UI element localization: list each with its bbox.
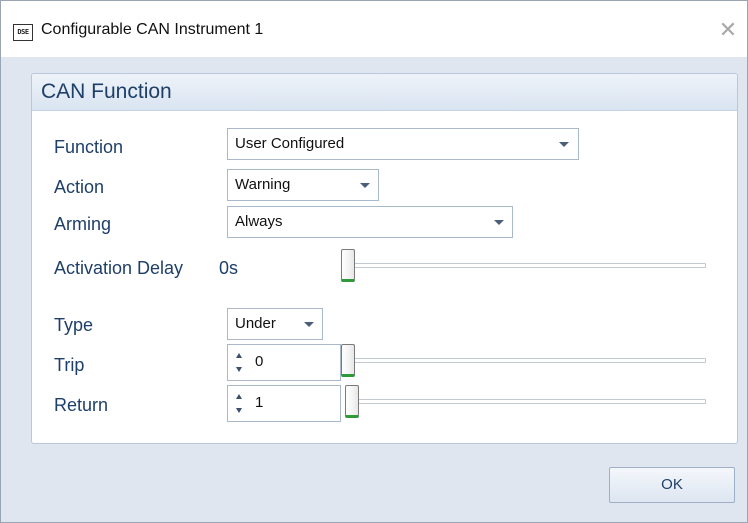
type-label: Type <box>54 315 94 335</box>
trip-slider-track[interactable] <box>341 358 706 363</box>
panel-header: CAN Function <box>32 74 737 111</box>
return-spinner[interactable]: 1 <box>227 385 341 422</box>
activation-delay-slider-thumb[interactable] <box>341 249 355 282</box>
spinner-arrows-icon[interactable] <box>235 394 245 414</box>
spinner-arrows-icon[interactable] <box>235 353 245 373</box>
function-label: Function <box>54 137 124 157</box>
chevron-down-icon <box>494 220 504 225</box>
trip-spinner[interactable]: 0 <box>227 344 341 381</box>
ok-button[interactable]: OK <box>609 467 735 503</box>
activation-delay-slider-track[interactable] <box>341 263 706 268</box>
trip-slider-thumb[interactable] <box>341 344 355 377</box>
function-value: User Configured <box>235 135 345 152</box>
spin-up-icon[interactable] <box>236 353 242 358</box>
window-title: Configurable CAN Instrument 1 <box>41 21 264 38</box>
return-slider-track[interactable] <box>346 399 706 404</box>
app-icon: DSE <box>13 24 33 41</box>
action-dropdown[interactable]: Warning <box>227 169 379 201</box>
close-icon[interactable]: ✕ <box>717 19 739 41</box>
spin-up-icon[interactable] <box>236 394 242 399</box>
activation-delay-value: 0s <box>219 258 239 278</box>
arming-label: Arming <box>54 214 112 234</box>
function-dropdown[interactable]: User Configured <box>227 128 579 160</box>
chevron-down-icon <box>304 322 314 327</box>
action-label: Action <box>54 177 105 197</box>
trip-value[interactable]: 0 <box>255 353 263 370</box>
spin-down-icon[interactable] <box>236 408 242 413</box>
chevron-down-icon <box>360 183 370 188</box>
title-bar: DSE Configurable CAN Instrument 1 ✕ <box>1 1 747 57</box>
arming-dropdown[interactable]: Always <box>227 206 513 238</box>
activation-delay-label: Activation Delay <box>54 258 184 278</box>
arming-value: Always <box>235 213 283 230</box>
type-dropdown[interactable]: Under <box>227 308 323 340</box>
dialog-window: DSE Configurable CAN Instrument 1 ✕ CAN … <box>0 0 748 523</box>
trip-label: Trip <box>54 355 85 375</box>
return-value[interactable]: 1 <box>255 394 263 411</box>
spin-down-icon[interactable] <box>236 367 242 372</box>
action-value: Warning <box>235 176 291 193</box>
chevron-down-icon <box>559 142 569 147</box>
return-label: Return <box>54 395 109 415</box>
panel-title: CAN Function <box>41 80 172 103</box>
return-slider-thumb[interactable] <box>345 385 359 418</box>
type-value: Under <box>235 315 276 332</box>
